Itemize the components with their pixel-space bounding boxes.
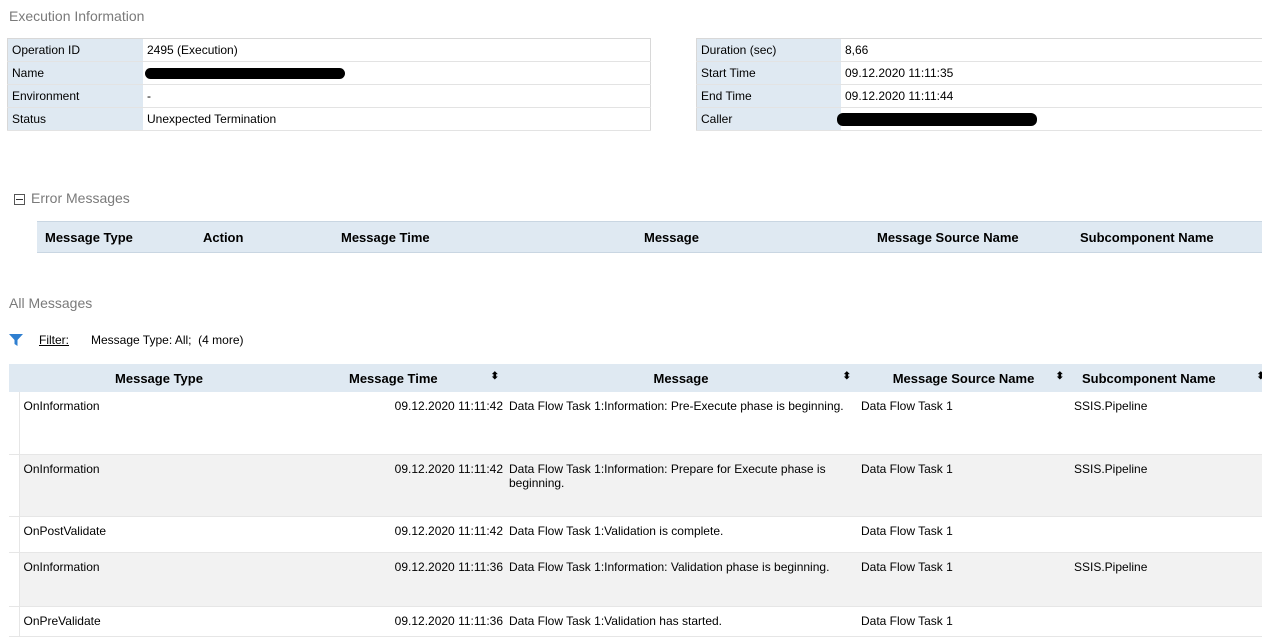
info-row-status: Status Unexpected Termination [7, 107, 651, 131]
cell-subcomponent: SSIS.Pipeline [1070, 454, 1262, 517]
all-messages-title: All Messages [9, 295, 93, 311]
error-messages-section[interactable]: Error Messages [14, 190, 130, 206]
info-key: Start Time [696, 61, 841, 85]
info-value: 09.12.2020 11:11:44 [841, 84, 1262, 108]
cell-message-time: 09.12.2020 11:11:42 [299, 516, 505, 553]
info-value: 8,66 [841, 38, 1262, 62]
column-header-message-type[interactable]: Message Type [45, 222, 133, 252]
info-row-caller: Caller [696, 107, 1262, 131]
header-gutter [9, 364, 19, 392]
sort-icon[interactable]: ⬍ [491, 371, 499, 382]
info-row-end-time: End Time 09.12.2020 11:11:44 [696, 84, 1262, 108]
info-value: Unexpected Termination [143, 107, 651, 131]
cell-message: Data Flow Task 1:Information: Prepare fo… [505, 454, 857, 517]
info-value-redacted [837, 107, 1262, 131]
info-row-duration: Duration (sec) 8,66 [696, 38, 1262, 62]
cell-subcomponent: SSIS.Pipeline [1070, 392, 1262, 455]
column-header-message-time[interactable]: Message Time ⬍ [299, 364, 505, 392]
info-key: Operation ID [7, 38, 143, 62]
column-header-message-source-name[interactable]: Message Source Name [877, 222, 1019, 252]
cell-message-type: OnInformation [19, 454, 299, 517]
cell-message: Data Flow Task 1:Information: Pre-Execut… [505, 392, 857, 455]
column-header-message[interactable]: Message [644, 222, 699, 252]
cell-source-name: Data Flow Task 1 [857, 392, 1070, 455]
sort-icon[interactable]: ⬍ [1056, 371, 1064, 382]
table-row[interactable]: OnPreValidate 09.12.2020 11:11:36 Data F… [9, 606, 1262, 637]
column-header-label: Message Type [115, 370, 203, 386]
column-header-message-source-name[interactable]: Message Source Name ⬍ [857, 364, 1070, 392]
column-header-label: Message Source Name [892, 370, 1035, 386]
row-gutter [9, 606, 20, 637]
cell-source-name: Data Flow Task 1 [857, 516, 1070, 553]
cell-message-time: 09.12.2020 11:11:36 [299, 552, 505, 607]
info-value: - [143, 84, 651, 108]
column-header-message[interactable]: Message ⬍ [505, 364, 857, 392]
cell-message: Data Flow Task 1:Validation has started. [505, 606, 857, 637]
cell-message-time: 09.12.2020 11:11:42 [299, 454, 505, 517]
info-key: Duration (sec) [696, 38, 841, 62]
filter-summary: Message Type: All; (4 more) [91, 333, 244, 347]
info-key: End Time [696, 84, 841, 108]
table-row[interactable]: OnInformation 09.12.2020 11:11:42 Data F… [9, 392, 1262, 455]
collapse-icon[interactable] [14, 193, 25, 205]
cell-message-time: 09.12.2020 11:11:42 [299, 392, 505, 455]
info-key: Environment [7, 84, 143, 108]
sort-icon[interactable]: ⬍ [1257, 371, 1262, 382]
cell-source-name: Data Flow Task 1 [857, 606, 1070, 637]
cell-message-type: OnPreValidate [19, 606, 299, 637]
redaction-mark [145, 68, 345, 80]
execution-info-title: Execution Information [9, 8, 145, 24]
cell-message-type: OnPostValidate [19, 516, 299, 553]
filter-link[interactable]: Filter: [39, 333, 69, 347]
sort-icon[interactable]: ⬍ [843, 371, 851, 382]
cell-subcomponent: SSIS.Pipeline [1070, 552, 1262, 607]
column-header-label: Subcomponent Name [1082, 370, 1216, 386]
table-row[interactable]: OnInformation 09.12.2020 11:11:42 Data F… [9, 454, 1262, 517]
info-value: 09.12.2020 11:11:35 [841, 61, 1262, 85]
column-header-action[interactable]: Action [203, 222, 243, 252]
info-key: Status [7, 107, 143, 131]
cell-message: Data Flow Task 1:Information: Validation… [505, 552, 857, 607]
error-messages-header: Message Type Action Message Time Message… [37, 221, 1262, 253]
filter-icon[interactable] [9, 333, 23, 347]
column-header-subcomponent-name[interactable]: Subcomponent Name ⬍ [1070, 364, 1262, 392]
info-value-redacted [143, 61, 651, 85]
column-header-label: Message Time [349, 370, 438, 386]
row-gutter [9, 392, 20, 455]
table-row[interactable]: OnInformation 09.12.2020 11:11:36 Data F… [9, 552, 1262, 607]
row-gutter [9, 516, 20, 553]
info-row-environment: Environment - [7, 84, 651, 108]
cell-source-name: Data Flow Task 1 [857, 552, 1070, 607]
info-row-start-time: Start Time 09.12.2020 11:11:35 [696, 61, 1262, 85]
column-header-label: Message [653, 370, 709, 386]
execution-info-left-table: Operation ID 2495 (Execution) Name Envir… [7, 38, 651, 131]
column-header-subcomponent-name[interactable]: Subcomponent Name [1080, 222, 1214, 252]
cell-source-name: Data Flow Task 1 [857, 454, 1070, 517]
error-messages-title: Error Messages [31, 190, 130, 206]
filter-bar: Filter: Message Type: All; (4 more) [9, 333, 244, 347]
info-value: 2495 (Execution) [143, 38, 651, 62]
row-gutter [9, 552, 20, 607]
column-header-message-time[interactable]: Message Time [341, 222, 430, 252]
redaction-mark [837, 113, 1037, 127]
row-gutter [9, 454, 20, 517]
info-row-name: Name [7, 61, 651, 85]
info-key: Name [7, 61, 143, 85]
cell-message-time: 09.12.2020 11:11:36 [299, 606, 505, 637]
all-messages-table: Message Type Message Time ⬍ Message ⬍ Mess… [9, 364, 1262, 637]
table-row[interactable]: OnPostValidate 09.12.2020 11:11:42 Data … [9, 516, 1262, 553]
cell-message-type: OnInformation [19, 392, 299, 455]
info-row-operation-id: Operation ID 2495 (Execution) [7, 38, 651, 62]
execution-info-right-table: Duration (sec) 8,66 Start Time 09.12.202… [696, 38, 1262, 131]
cell-message-type: OnInformation [19, 552, 299, 607]
column-header-message-type[interactable]: Message Type [19, 364, 299, 392]
cell-message: Data Flow Task 1:Validation is complete. [505, 516, 857, 553]
info-key: Caller [696, 107, 841, 131]
table-header-row: Message Type Message Time ⬍ Message ⬍ Mess… [9, 364, 1262, 392]
cell-subcomponent [1070, 516, 1262, 553]
cell-subcomponent [1070, 606, 1262, 637]
